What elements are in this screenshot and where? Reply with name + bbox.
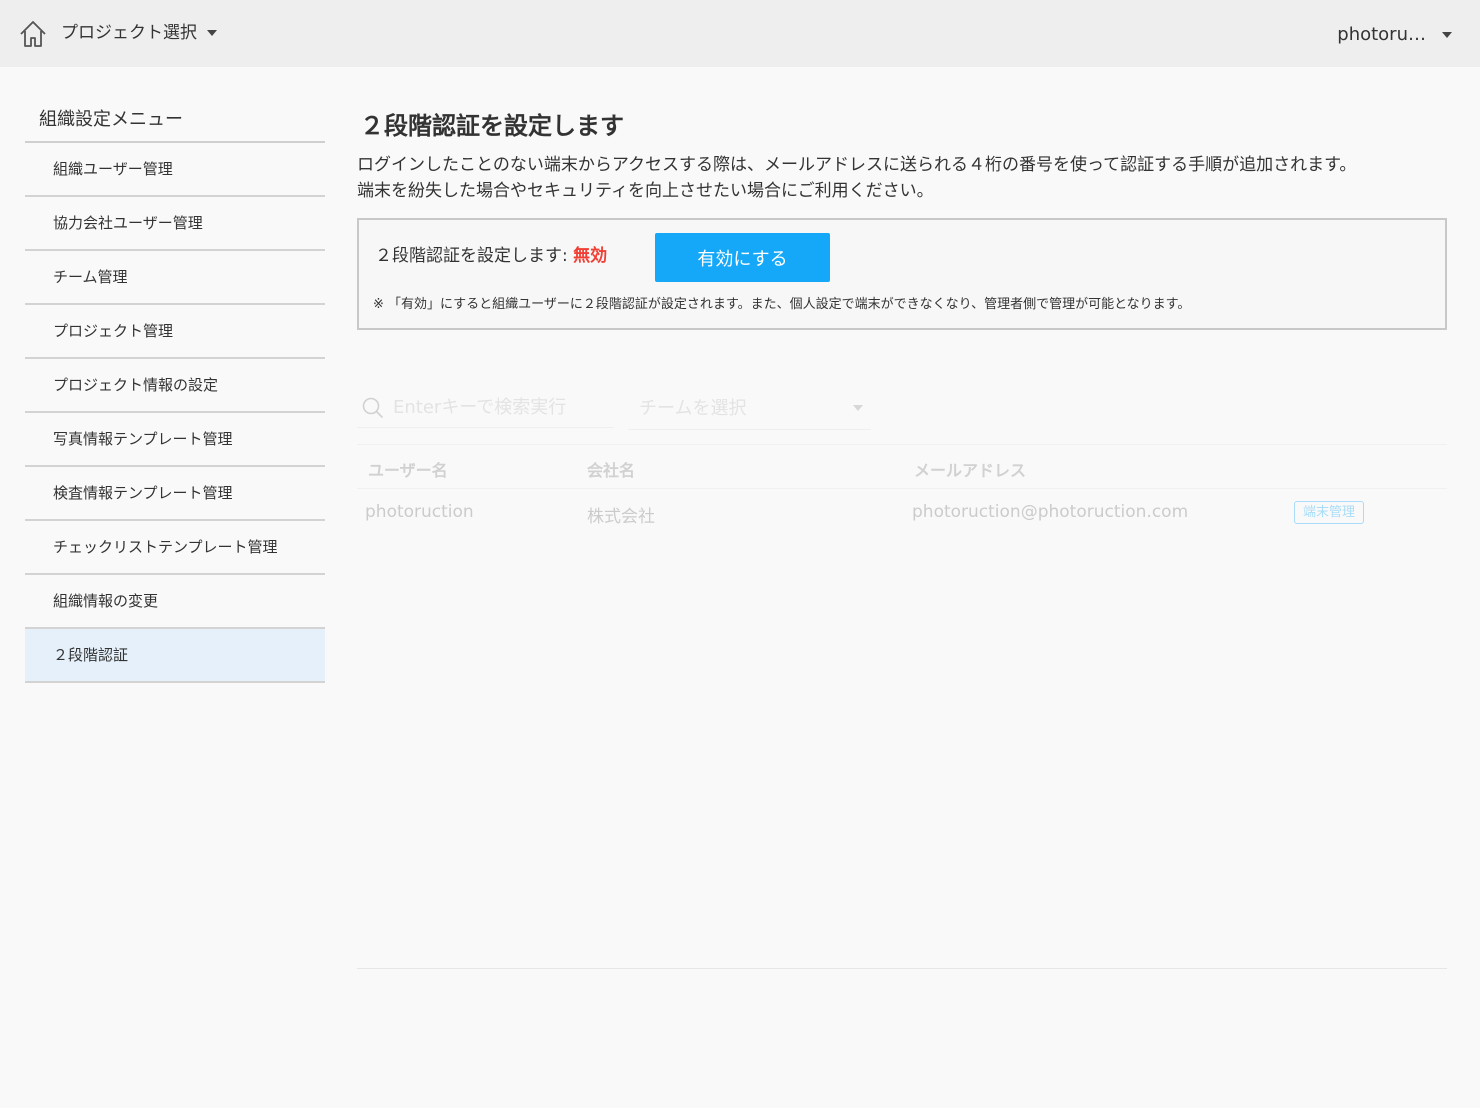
home-icon[interactable] [18,19,48,49]
status-badge: 無効 [573,246,608,266]
sidebar-item-checklist-templates[interactable]: チェックリストテンプレート管理 [25,521,325,575]
search-field [357,388,614,428]
description: ログインしたことのない端末からアクセスする際は、メールアドレスに送られる４桁の番… [357,152,1447,204]
user-table: ユーザー名 会社名 メールアドレス photoruction 株式会社 phot… [357,444,1447,535]
user-menu-dropdown[interactable]: photoru… [1337,22,1452,48]
user-name: photoru… [1337,24,1426,45]
description-line-2: 端末を紛失した場合やセキュリティを向上させたい場合にご利用ください。 [357,181,934,201]
cell-username: photoruction [365,502,474,522]
team-select-label: チームを選択 [639,398,747,419]
project-select-dropdown[interactable]: プロジェクト選択 [61,20,217,46]
sidebar-item-projects[interactable]: プロジェクト管理 [25,305,325,359]
cell-company: 株式会社 [587,507,655,527]
project-select-label: プロジェクト選択 [61,23,197,43]
sidebar-item-inspection-templates[interactable]: 検査情報テンプレート管理 [25,467,325,521]
filter-bar: チームを選択 [357,388,1447,430]
sidebar-item-two-factor[interactable]: ２段階認証 [25,629,325,683]
sidebar-item-photo-templates[interactable]: 写真情報テンプレート管理 [25,413,325,467]
page-title: ２段階認証を設定します [360,112,624,140]
column-header-username: ユーザー名 [368,461,448,480]
search-input[interactable] [393,397,603,418]
search-icon [362,397,383,418]
setting-label: ２段階認証を設定します: 無効 [375,244,607,268]
settings-sidebar: 組織設定メニュー 組織ユーザー管理 協力会社ユーザー管理 チーム管理 プロジェク… [25,104,325,683]
setting-note: ※ 「有効」にすると組織ユーザーに２段階認証が設定されます。また、個人設定で端末… [373,297,1191,312]
team-select-dropdown[interactable]: チームを選択 [628,388,871,430]
column-header-company: 会社名 [587,461,636,480]
sidebar-title: 組織設定メニュー [25,104,325,143]
device-management-button[interactable]: 端末管理 [1294,501,1364,524]
two-factor-setting-box: ２段階認証を設定します: 無効 有効にする ※ 「有効」にすると組織ユーザーに２… [357,218,1447,330]
enable-button[interactable]: 有効にする [655,233,830,282]
top-bar: プロジェクト選択 photoru… [0,0,1480,67]
sidebar-item-org-users[interactable]: 組織ユーザー管理 [25,143,325,197]
table-header: ユーザー名 会社名 メールアドレス [357,444,1447,489]
chevron-down-icon [1442,32,1452,38]
setting-label-text: ２段階認証を設定します: [375,246,574,266]
sidebar-item-project-info[interactable]: プロジェクト情報の設定 [25,359,325,413]
column-header-email: メールアドレス [914,461,1027,480]
table-row[interactable]: photoruction 株式会社 photoruction@photoruct… [357,489,1447,535]
chevron-down-icon [207,30,217,36]
sidebar-item-teams[interactable]: チーム管理 [25,251,325,305]
description-line-1: ログインしたことのない端末からアクセスする際は、メールアドレスに送られる４桁の番… [357,155,1357,175]
chevron-down-icon [853,405,863,411]
sidebar-item-partner-users[interactable]: 協力会社ユーザー管理 [25,197,325,251]
divider [357,968,1447,969]
sidebar-item-org-info[interactable]: 組織情報の変更 [25,575,325,629]
cell-email: photoruction@photoruction.com [912,502,1189,522]
main-content: ２段階認証を設定します ログインしたことのない端末からアクセスする際は、メールア… [357,104,1447,330]
